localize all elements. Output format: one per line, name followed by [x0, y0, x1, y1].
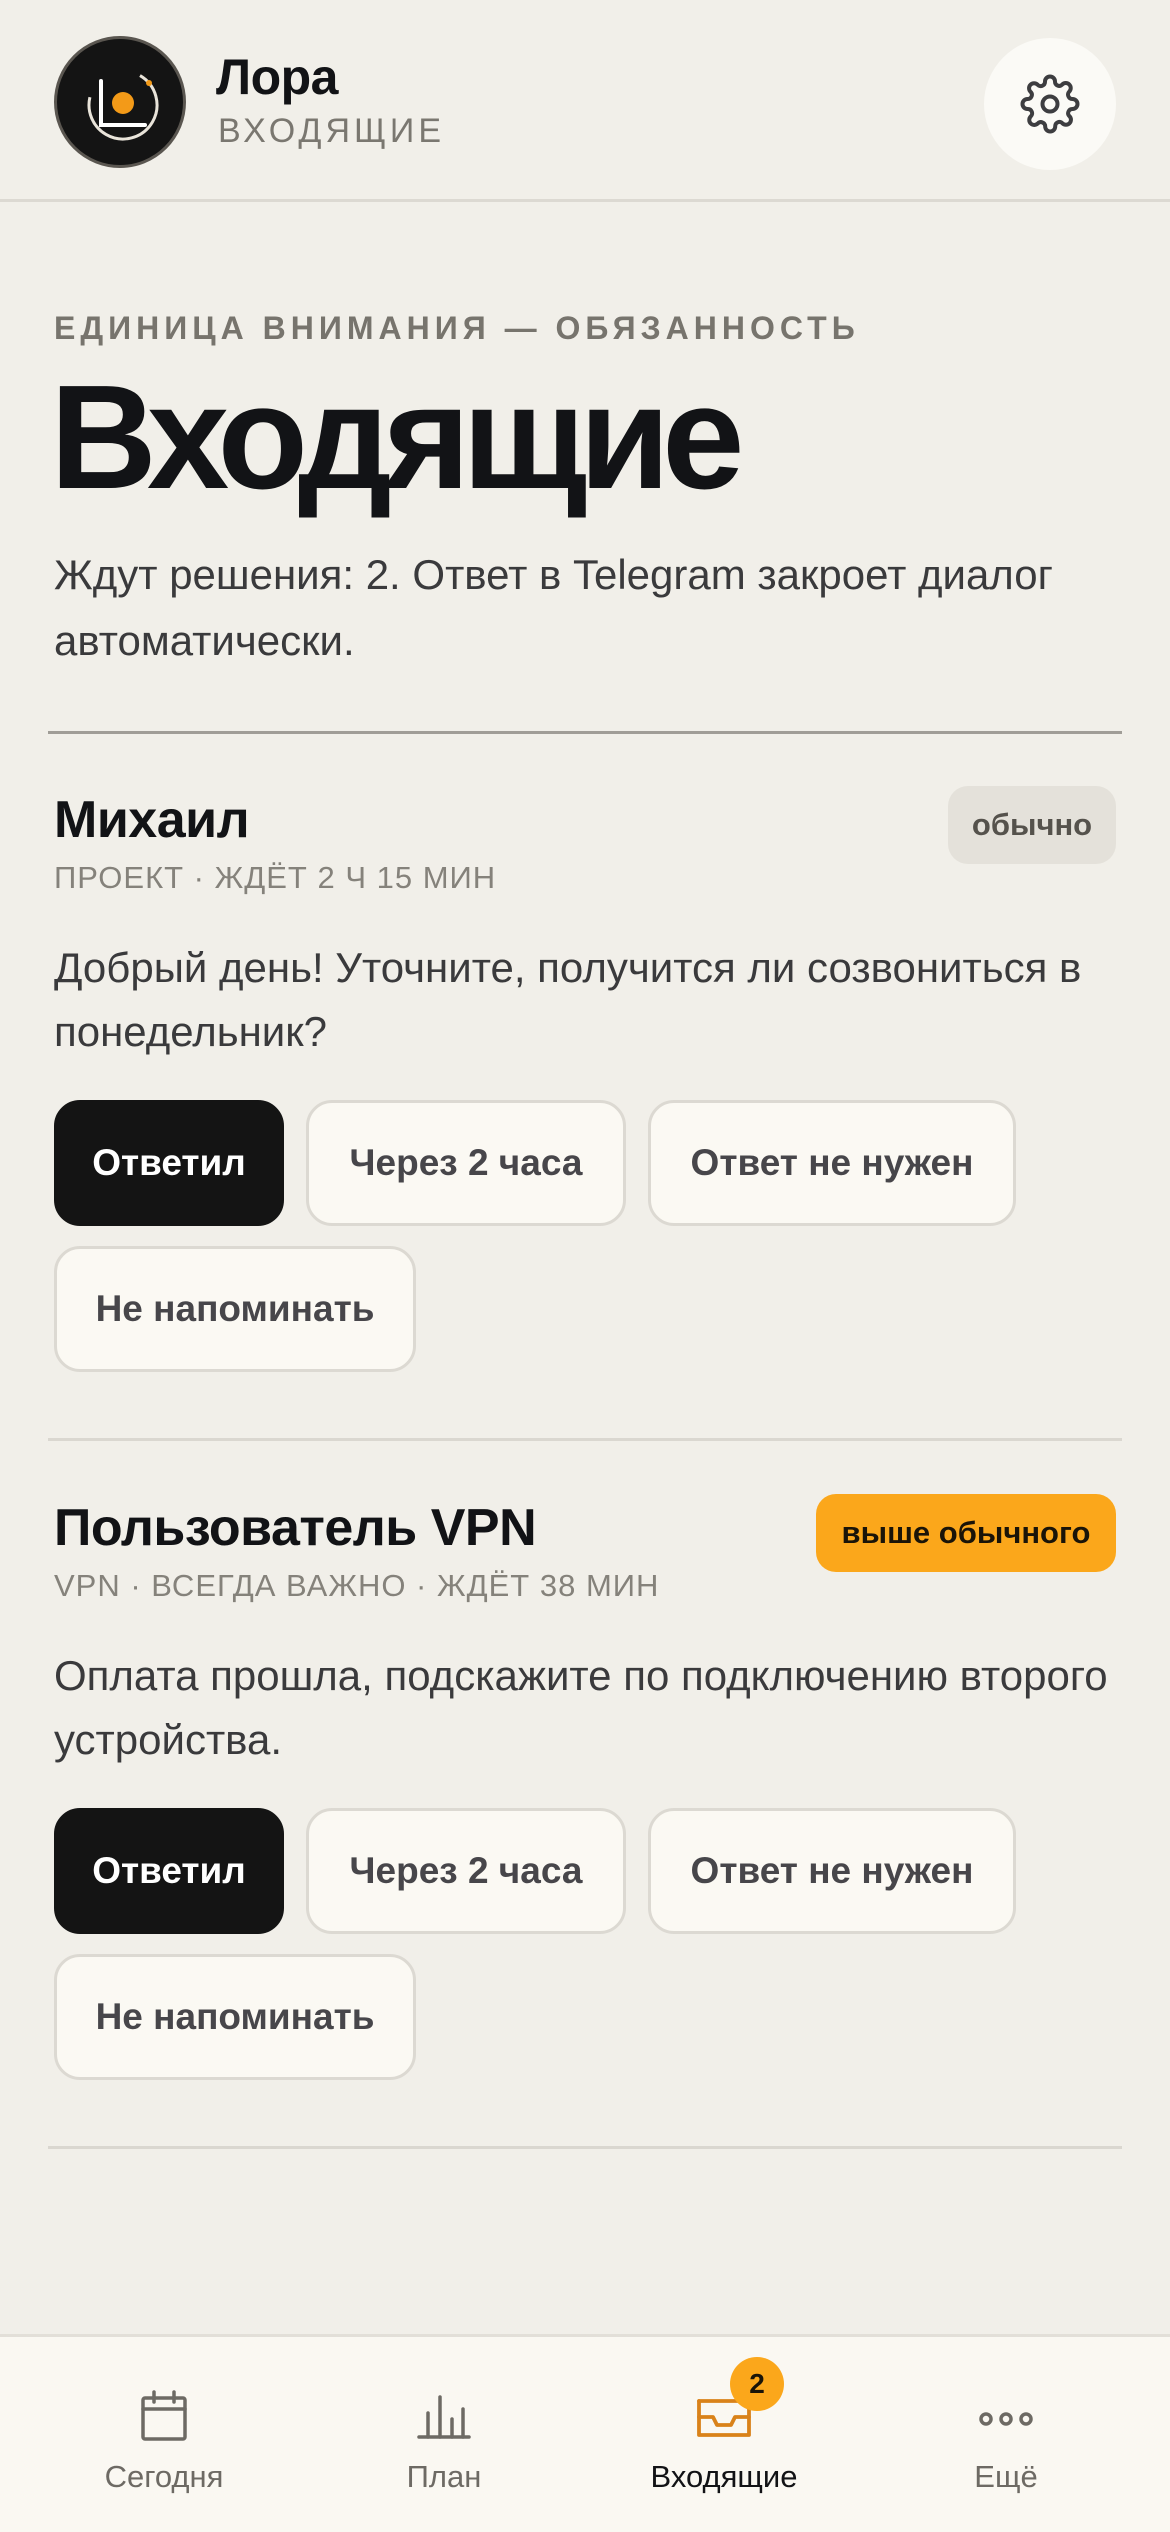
card-meta: VPN · ВСЕГДА ВАЖНО · ЖДЁТ 38 МИН [54, 1568, 660, 1603]
priority-badge: выше обычного [816, 1494, 1116, 1572]
dont-remind-button[interactable]: Не напоминать [54, 1954, 416, 2080]
settings-button[interactable] [984, 38, 1116, 170]
bar-chart-icon [417, 2395, 471, 2439]
inbox-count-badge: 2 [730, 2357, 784, 2411]
dont-remind-button[interactable]: Не напоминать [54, 1246, 416, 1372]
tab-inbox[interactable]: Входящие [578, 2337, 870, 2532]
gear-icon [1020, 74, 1080, 134]
sender-name: Пользователь VPN [54, 1499, 537, 1557]
no-reply-needed-button[interactable]: Ответ не нужен [648, 1808, 1016, 1934]
page-description: Ждут решения: 2. Ответ в Telegram закрое… [54, 551, 1053, 664]
bottom-tab-bar: Сегодня План Входящие Ещё [0, 2334, 1170, 2532]
snooze-2h-button[interactable]: Через 2 часа [306, 1100, 626, 1226]
tab-today[interactable]: Сегодня [18, 2337, 310, 2532]
sender-name: Михаил [54, 791, 250, 849]
more-icon [979, 2412, 1033, 2426]
app-name: Лора [216, 49, 338, 105]
message-text: Оплата прошла, подскажите по подключению… [54, 1652, 1108, 1763]
tab-label: Сегодня [104, 2459, 224, 2494]
no-reply-needed-button[interactable]: Ответ не нужен [648, 1100, 1016, 1226]
tab-more[interactable]: Ещё [860, 2337, 1152, 2532]
app-header: Лора ВХОДЯЩИЕ [0, 0, 1170, 202]
replied-button[interactable]: Ответил [54, 1808, 284, 1934]
section-eyebrow: ЕДИНИЦА ВНИМАНИЯ — ОБЯЗАННОСТЬ [54, 310, 860, 346]
divider [48, 731, 1122, 734]
inbox-screen: Лора ВХОДЯЩИЕ ЕДИНИЦА ВНИМАНИЯ — ОБЯЗАНН… [0, 0, 1170, 2532]
divider [48, 2146, 1122, 2149]
lora-logo-icon [87, 69, 159, 141]
replied-button[interactable]: Ответил [54, 1100, 284, 1226]
avatar[interactable] [54, 36, 186, 168]
tab-label: Ещё [974, 2459, 1038, 2494]
message-text: Добрый день! Уточните, получится ли созв… [54, 944, 1082, 1055]
priority-badge: обычно [948, 786, 1116, 864]
tab-plan[interactable]: План [298, 2337, 590, 2532]
tab-label: План [406, 2459, 482, 2494]
card-meta: ПРОЕКТ · ЖДЁТ 2 Ч 15 МИН [54, 860, 497, 895]
tab-label: Входящие [650, 2459, 798, 2494]
current-section-label: ВХОДЯЩИЕ [218, 112, 446, 150]
snooze-2h-button[interactable]: Через 2 часа [306, 1808, 626, 1934]
page-title: Входящие [50, 355, 744, 520]
divider [48, 1438, 1122, 1441]
calendar-icon [141, 2390, 187, 2441]
